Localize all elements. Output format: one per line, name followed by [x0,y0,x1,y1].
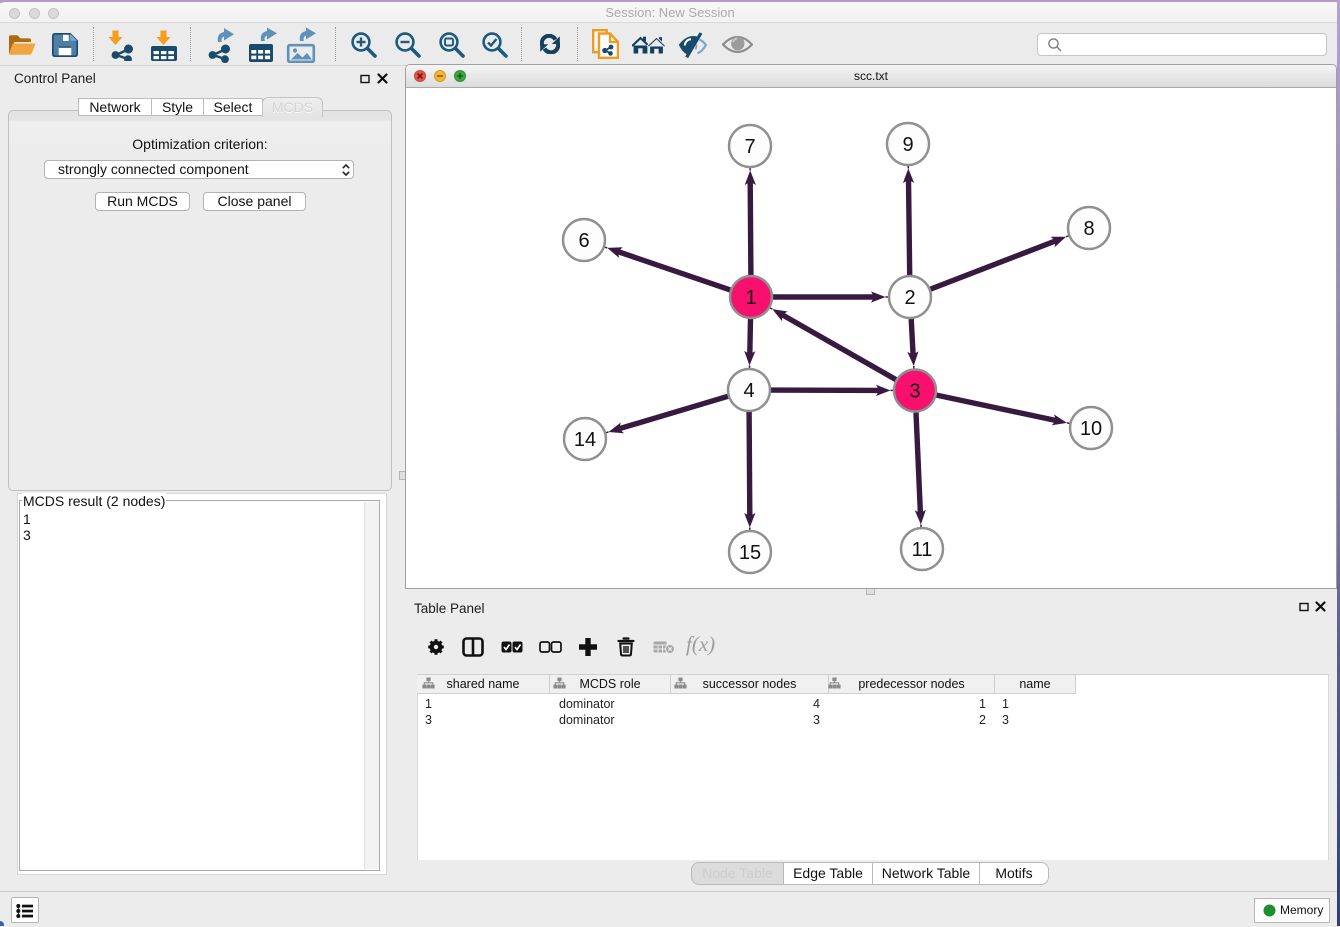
svg-text:11: 11 [912,539,933,561]
svg-text:10: 10 [1080,418,1102,440]
svg-text:3: 3 [909,381,920,403]
svg-text:7: 7 [744,136,755,158]
svg-text:9: 9 [902,134,913,156]
svg-text:6: 6 [578,230,589,252]
svg-text:1: 1 [745,287,756,309]
svg-text:4: 4 [743,380,754,402]
svg-text:2: 2 [904,287,915,309]
svg-text:8: 8 [1083,218,1094,240]
svg-text:14: 14 [574,429,596,451]
svg-text:15: 15 [739,542,761,564]
